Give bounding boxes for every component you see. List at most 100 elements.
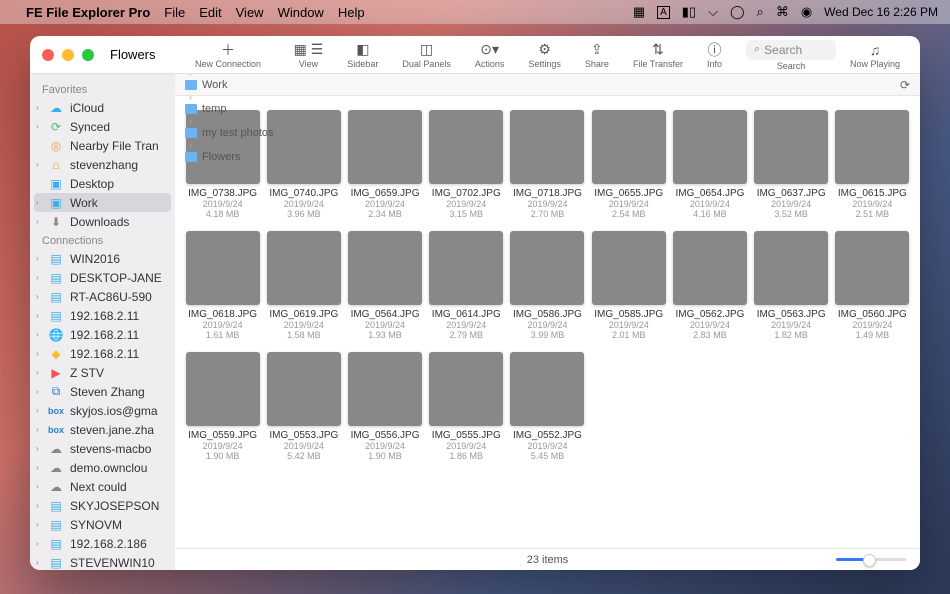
zoom-slider[interactable]	[836, 558, 906, 561]
siri-icon[interactable]: ◉	[801, 4, 812, 20]
breadcrumb-item[interactable]: Flowers	[185, 151, 274, 163]
sidebar-item-synced[interactable]: ›⟳Synced	[30, 117, 175, 136]
file-item[interactable]: IMG_0560.JPG2019/9/241.49 MB	[833, 227, 912, 344]
dual-panels-button[interactable]: ◫ Dual Panels	[392, 40, 461, 71]
sidebar-item-192-168-2-11[interactable]: ›▤192.168.2.11	[30, 306, 175, 325]
share-button[interactable]: ⇪ Share	[575, 40, 619, 71]
sidebar-item-stevenzhang[interactable]: ›⌂stevenzhang	[30, 155, 175, 174]
file-item[interactable]: IMG_0654.JPG2019/9/244.16 MB	[670, 106, 749, 223]
file-transfer-button[interactable]: ⇅ File Transfer	[623, 40, 693, 71]
titlebar: Flowers ＋ New Connection ▦ ☰ View ◧ Side…	[30, 36, 920, 74]
menu-window[interactable]: Window	[278, 5, 324, 20]
file-date: 2019/9/24	[203, 199, 243, 209]
file-item[interactable]: IMG_0614.JPG2019/9/242.79 MB	[427, 227, 506, 344]
sidebar-toggle-button[interactable]: ◧ Sidebar	[337, 40, 388, 71]
file-item[interactable]: IMG_0659.JPG2019/9/242.34 MB	[345, 106, 424, 223]
input-source-icon[interactable]: A	[657, 6, 670, 19]
sidebar-item-desktop[interactable]: ›▣Desktop	[30, 174, 175, 193]
file-name: IMG_0718.JPG	[513, 188, 582, 199]
sidebar-item-192-168-2-11[interactable]: ›◆192.168.2.11	[30, 344, 175, 363]
disclosure-icon: ›	[36, 444, 39, 453]
sidebar-item-steven-jane-zha[interactable]: ›boxsteven.jane.zha	[30, 420, 175, 439]
breadcrumb-separator: ›	[189, 140, 192, 150]
file-item[interactable]: IMG_0586.JPG2019/9/243.99 MB	[508, 227, 587, 344]
reload-button[interactable]: ⟳	[900, 78, 910, 92]
view-mode-button[interactable]: ▦ ☰ View	[284, 40, 334, 71]
close-button[interactable]	[42, 49, 54, 61]
file-item[interactable]: IMG_0740.JPG2019/9/243.96 MB	[264, 106, 343, 223]
app-window: Flowers ＋ New Connection ▦ ☰ View ◧ Side…	[30, 36, 920, 570]
sidebar-item-nearby-file-tran[interactable]: ›◎Nearby File Tran	[30, 136, 175, 155]
sidebar-item-label: Nearby File Tran	[70, 139, 159, 153]
file-item[interactable]: IMG_0555.JPG2019/9/241.86 MB	[427, 348, 506, 465]
sidebar-item-rt-ac86u-590[interactable]: ›▤RT-AC86U-590	[30, 287, 175, 306]
file-date: 2019/9/24	[527, 199, 567, 209]
folder-icon	[185, 80, 197, 90]
menu-view[interactable]: View	[236, 5, 264, 20]
app-name[interactable]: FE File Explorer Pro	[26, 5, 150, 20]
minimize-button[interactable]	[62, 49, 74, 61]
info-button[interactable]: ⓘ Info	[697, 40, 732, 71]
sidebar-item-label: 192.168.2.11	[70, 309, 139, 323]
sidebar-item-stevenwin10[interactable]: ›▤STEVENWIN10	[30, 553, 175, 570]
file-item[interactable]: IMG_0559.JPG2019/9/241.90 MB	[183, 348, 262, 465]
file-item[interactable]: IMG_0702.JPG2019/9/243.15 MB	[427, 106, 506, 223]
clock[interactable]: Wed Dec 16 2:26 PM	[824, 5, 938, 19]
file-item[interactable]: IMG_0718.JPG2019/9/242.70 MB	[508, 106, 587, 223]
breadcrumb-item[interactable]: temp	[185, 103, 274, 115]
file-item[interactable]: IMG_0619.JPG2019/9/241.58 MB	[264, 227, 343, 344]
sidebar-item-icloud[interactable]: ›☁︎iCloud	[30, 98, 175, 117]
menu-help[interactable]: Help	[338, 5, 365, 20]
file-item[interactable]: IMG_0618.JPG2019/9/241.61 MB	[183, 227, 262, 344]
file-item[interactable]: IMG_0615.JPG2019/9/242.51 MB	[833, 106, 912, 223]
sidebar-item-synovm[interactable]: ›▤SYNOVM	[30, 515, 175, 534]
file-item[interactable]: IMG_0655.JPG2019/9/242.54 MB	[589, 106, 668, 223]
sidebar-item-192-168-2-186[interactable]: ›▤192.168.2.186	[30, 534, 175, 553]
sidebar-item-skyjos-ios-gma[interactable]: ›boxskyjos.ios@gma	[30, 401, 175, 420]
actions-button[interactable]: ⊙▾ Actions	[465, 40, 515, 71]
breadcrumb-item[interactable]: my test photos	[185, 127, 274, 139]
settings-button[interactable]: ⚙ Settings	[518, 40, 571, 71]
file-grid[interactable]: IMG_0738.JPG2019/9/244.18 MBIMG_0740.JPG…	[175, 96, 920, 548]
file-name: IMG_0619.JPG	[269, 309, 338, 320]
zoom-button[interactable]	[82, 49, 94, 61]
file-item[interactable]: IMG_0637.JPG2019/9/243.52 MB	[752, 106, 831, 223]
file-item[interactable]: IMG_0564.JPG2019/9/241.93 MB	[345, 227, 424, 344]
file-date: 2019/9/24	[609, 320, 649, 330]
file-item[interactable]: IMG_0553.JPG2019/9/245.42 MB	[264, 348, 343, 465]
file-date: 2019/9/24	[609, 199, 649, 209]
search-input[interactable]: ⌕ Search	[746, 40, 836, 60]
sidebar-item-demo-ownclou[interactable]: ›☁︎demo.ownclou	[30, 458, 175, 477]
sidebar-item-z-stv[interactable]: ›▶Z STV	[30, 363, 175, 382]
sidebar-item-downloads[interactable]: ›⬇Downloads	[30, 212, 175, 231]
thumbnail-image	[835, 231, 909, 305]
file-item[interactable]: IMG_0585.JPG2019/9/242.01 MB	[589, 227, 668, 344]
menu-edit[interactable]: Edit	[199, 5, 221, 20]
sidebar-item-label: 192.168.2.11	[70, 328, 139, 342]
battery-icon[interactable]: ▮▯	[682, 4, 696, 20]
new-connection-button[interactable]: ＋ New Connection	[185, 40, 271, 71]
sidebar-item-steven-zhang[interactable]: ›⧉Steven Zhang	[30, 382, 175, 401]
sidebar-item-next-could[interactable]: ›☁︎Next could	[30, 477, 175, 496]
spotlight-icon[interactable]: ⌕	[757, 4, 764, 20]
wifi-icon[interactable]: ⌵	[708, 4, 718, 20]
sidebar-item-skyjosepson[interactable]: ›▤SKYJOSEPSON	[30, 496, 175, 515]
search-placeholder: Search	[764, 43, 802, 57]
breadcrumb-item[interactable]: Work	[185, 79, 274, 91]
sidebar-item-stevens-macbo[interactable]: ›☁︎stevens-macbo	[30, 439, 175, 458]
file-date: 2019/9/24	[771, 320, 811, 330]
sidebar-item-desktop-jane[interactable]: ›▤DESKTOP-JANE	[30, 268, 175, 287]
sidebar-item-192-168-2-11[interactable]: ›🌐192.168.2.11	[30, 325, 175, 344]
sidebar-item-work[interactable]: ›▣Work	[34, 193, 171, 212]
user-icon[interactable]: ◯	[730, 4, 745, 20]
file-item[interactable]: IMG_0552.JPG2019/9/245.45 MB	[508, 348, 587, 465]
menubar-extra-icon[interactable]: ▦	[633, 4, 645, 20]
control-center-icon[interactable]: ⌘	[776, 4, 789, 20]
file-item[interactable]: IMG_0556.JPG2019/9/241.90 MB	[345, 348, 424, 465]
file-item[interactable]: IMG_0563.JPG2019/9/241.82 MB	[752, 227, 831, 344]
menu-file[interactable]: File	[164, 5, 185, 20]
file-item[interactable]: IMG_0562.JPG2019/9/242.83 MB	[670, 227, 749, 344]
now-playing-button[interactable]: ♫ Now Playing	[840, 40, 910, 71]
thumbnail-image	[267, 352, 341, 426]
sidebar-item-win2016[interactable]: ›▤WIN2016	[30, 249, 175, 268]
